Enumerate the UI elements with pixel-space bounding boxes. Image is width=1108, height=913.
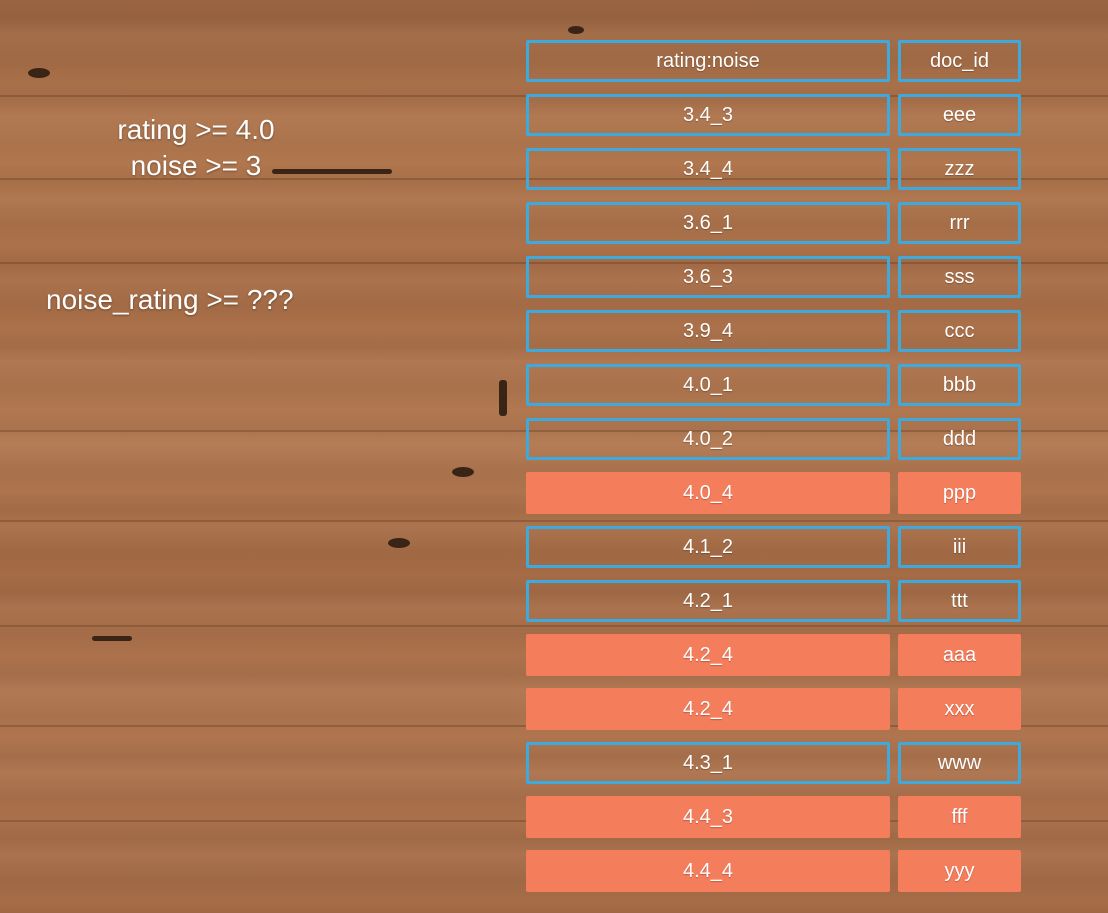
doc-id-cell: aaa xyxy=(898,634,1021,676)
rating-noise-cell: 4.2_1 xyxy=(526,580,890,622)
wood-knot xyxy=(388,538,410,548)
doc-id-cell: zzz xyxy=(898,148,1021,190)
doc-id-cell: fff xyxy=(898,796,1021,838)
wood-knot xyxy=(92,636,132,641)
doc-id-cell: xxx xyxy=(898,688,1021,730)
doc-id-cell: ddd xyxy=(898,418,1021,460)
condition-noise-rating: noise_rating >= ??? xyxy=(46,284,294,315)
rating-noise-cell: 3.6_3 xyxy=(526,256,890,298)
rating-noise-cell: 4.0_4 xyxy=(526,472,890,514)
doc-id-cell: sss xyxy=(898,256,1021,298)
rating-noise-cell: 3.9_4 xyxy=(526,310,890,352)
doc-id-cell: www xyxy=(898,742,1021,784)
doc-id-cell: rrr xyxy=(898,202,1021,244)
rating-noise-cell: 4.4_4 xyxy=(526,850,890,892)
rating-noise-cell: 4.2_4 xyxy=(526,688,890,730)
rating-noise-cell: 4.4_3 xyxy=(526,796,890,838)
rating-noise-cell: 4.0_2 xyxy=(526,418,890,460)
wood-knot xyxy=(568,26,584,34)
rating-noise-cell: 4.2_4 xyxy=(526,634,890,676)
wood-knot xyxy=(499,380,507,416)
header-doc-id: doc_id xyxy=(898,40,1021,82)
rating-noise-cell: 3.4_4 xyxy=(526,148,890,190)
doc-id-cell: ppp xyxy=(898,472,1021,514)
rating-noise-cell: 3.6_1 xyxy=(526,202,890,244)
wood-knot xyxy=(452,467,474,477)
wood-knot xyxy=(28,68,50,78)
doc-id-cell: yyy xyxy=(898,850,1021,892)
rating-noise-cell: 4.3_1 xyxy=(526,742,890,784)
doc-id-cell: bbb xyxy=(898,364,1021,406)
doc-id-cell: ttt xyxy=(898,580,1021,622)
condition-noise: noise >= 3 xyxy=(130,150,262,181)
condition-rating: rating >= 4.0 xyxy=(117,114,275,145)
doc-id-cell: ccc xyxy=(898,310,1021,352)
rating-noise-cell: 4.0_1 xyxy=(526,364,890,406)
doc-id-cell: iii xyxy=(898,526,1021,568)
rating-noise-cell: 3.4_3 xyxy=(526,94,890,136)
doc-id-cell: eee xyxy=(898,94,1021,136)
rating-noise-cell: 4.1_2 xyxy=(526,526,890,568)
header-rating-noise: rating:noise xyxy=(526,40,890,82)
